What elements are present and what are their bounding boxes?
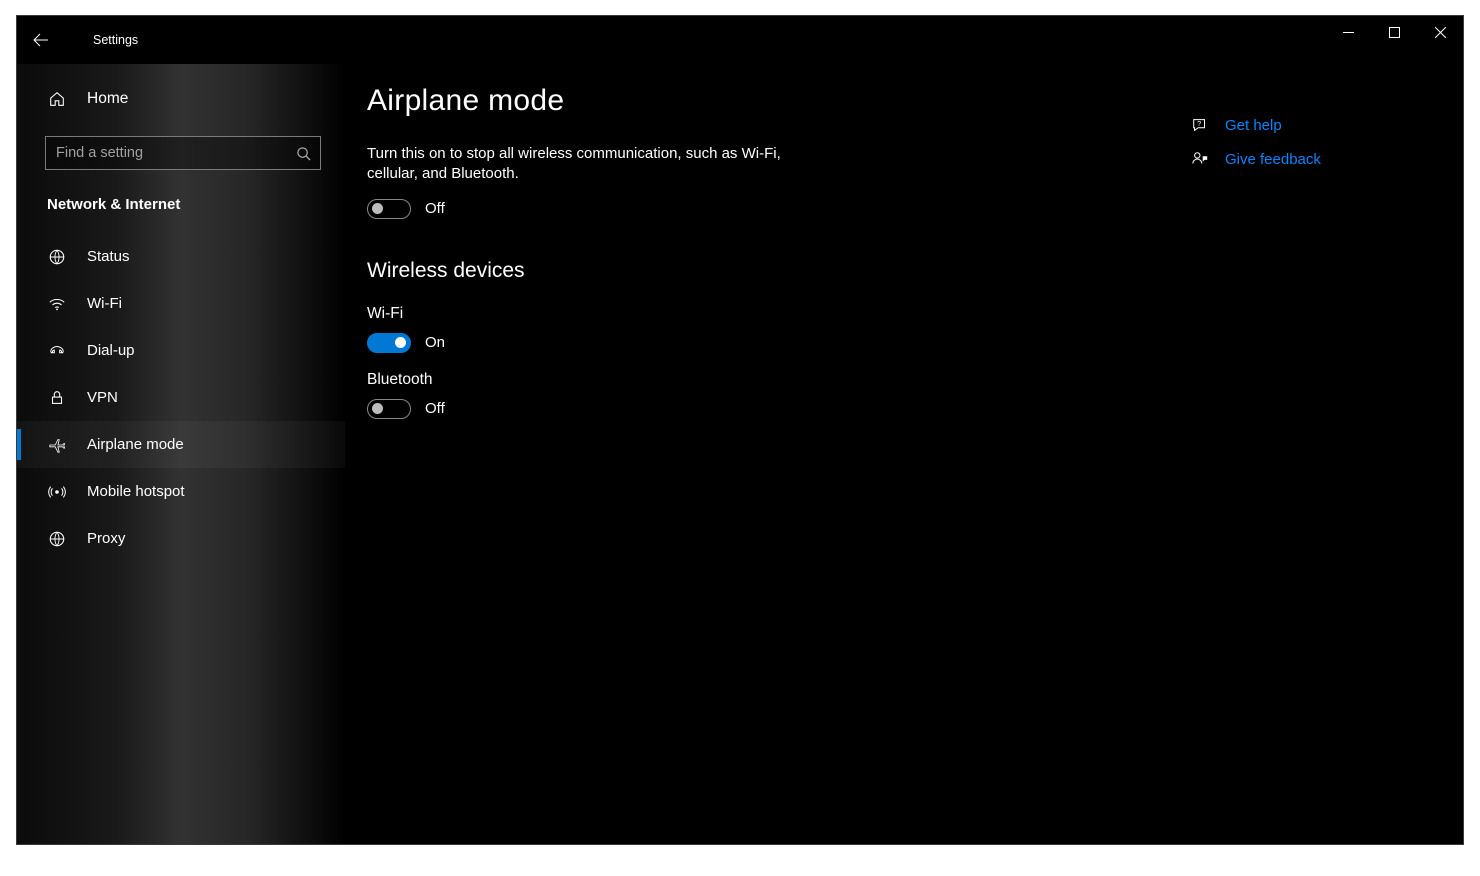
section-header: Network & Internet <box>17 170 345 219</box>
nav-label: Airplane mode <box>87 436 184 453</box>
home-icon <box>47 90 67 108</box>
status-icon <box>47 248 67 266</box>
nav-label: Status <box>87 248 130 265</box>
wifi-icon <box>47 295 67 313</box>
close-button[interactable] <box>1417 16 1463 48</box>
feedback-icon <box>1191 150 1209 168</box>
minimize-icon <box>1343 27 1354 38</box>
nav-item-airplane[interactable]: Airplane mode <box>17 421 345 468</box>
search-box[interactable] <box>45 136 321 170</box>
proxy-icon <box>47 530 67 548</box>
dialup-icon <box>47 342 67 360</box>
wifi-toggle[interactable] <box>367 333 411 353</box>
nav-list: Status Wi-Fi Dial-up VPN Airplane mode <box>17 233 345 562</box>
titlebar: Settings <box>17 16 1463 64</box>
nav-item-status[interactable]: Status <box>17 233 345 280</box>
airplane-icon <box>47 436 67 454</box>
search-icon <box>286 146 320 161</box>
page-description: Turn this on to stop all wireless commun… <box>367 144 797 185</box>
nav-item-wifi[interactable]: Wi-Fi <box>17 280 345 327</box>
close-icon <box>1435 27 1446 38</box>
app-title: Settings <box>65 33 138 47</box>
sidebar: Home Network & Internet Status Wi-Fi <box>17 64 345 844</box>
settings-window: Settings Home Network & Internet <box>16 15 1464 845</box>
nav-item-proxy[interactable]: Proxy <box>17 515 345 562</box>
minimize-button[interactable] <box>1325 16 1371 48</box>
bluetooth-toggle[interactable] <box>367 399 411 419</box>
nav-item-hotspot[interactable]: Mobile hotspot <box>17 468 345 515</box>
window-controls <box>1325 16 1463 48</box>
give-feedback-link[interactable]: Give feedback <box>1191 150 1421 168</box>
page-title: Airplane mode <box>367 84 1441 118</box>
get-help-label: Get help <box>1225 117 1282 134</box>
nav-item-dialup[interactable]: Dial-up <box>17 327 345 374</box>
maximize-button[interactable] <box>1371 16 1417 48</box>
wifi-label: Wi-Fi <box>367 305 1441 323</box>
nav-label: Dial-up <box>87 342 135 359</box>
nav-label: Mobile hotspot <box>87 483 185 500</box>
home-label: Home <box>87 90 128 108</box>
wifi-state: On <box>425 334 445 351</box>
bluetooth-label: Bluetooth <box>367 371 1441 389</box>
hotspot-icon <box>47 483 67 501</box>
help-icon: ? <box>1191 116 1209 134</box>
airplane-mode-toggle[interactable] <box>367 199 411 219</box>
vpn-icon <box>47 389 67 407</box>
arrow-left-icon <box>33 32 49 48</box>
maximize-icon <box>1389 27 1400 38</box>
nav-label: VPN <box>87 389 118 406</box>
nav-label: Proxy <box>87 530 125 547</box>
nav-item-vpn[interactable]: VPN <box>17 374 345 421</box>
home-link[interactable]: Home <box>17 76 345 122</box>
right-rail: ? Get help Give feedback <box>1191 116 1421 184</box>
get-help-link[interactable]: ? Get help <box>1191 116 1421 134</box>
search-input[interactable] <box>46 145 286 161</box>
back-button[interactable] <box>17 16 65 64</box>
give-feedback-label: Give feedback <box>1225 151 1321 168</box>
svg-text:?: ? <box>1197 119 1201 128</box>
nav-label: Wi-Fi <box>87 295 122 312</box>
airplane-mode-state: Off <box>425 200 445 217</box>
bluetooth-state: Off <box>425 400 445 417</box>
wireless-devices-heading: Wireless devices <box>367 259 1441 283</box>
